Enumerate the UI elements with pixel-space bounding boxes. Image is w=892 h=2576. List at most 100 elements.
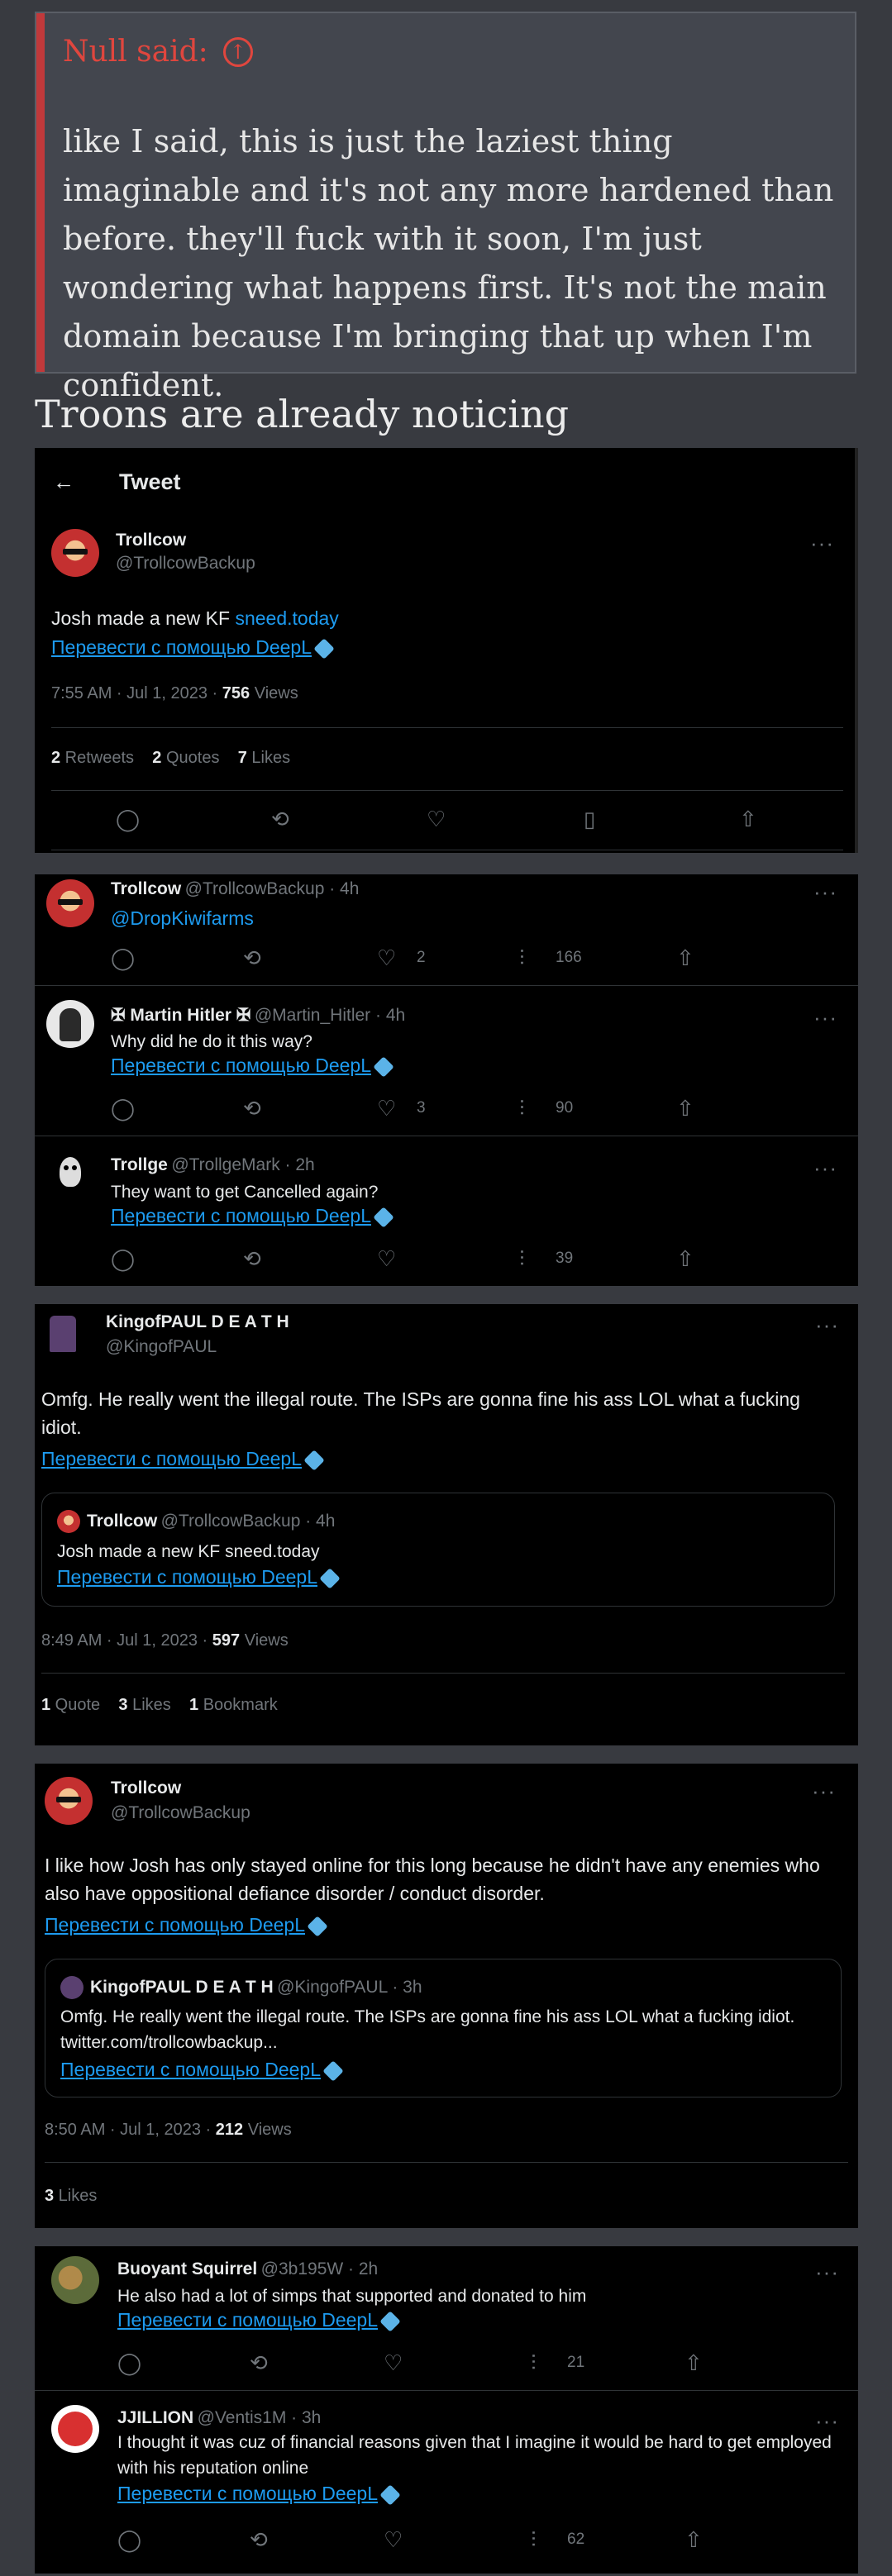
translate-link[interactable]: Перевести с помощью DeepL [117, 2306, 401, 2334]
translate-label[interactable]: Перевести с помощью DeepL [60, 2059, 321, 2080]
translate-link[interactable]: Перевести с помощью DeepL [60, 2055, 344, 2083]
more-icon[interactable]: ··· [813, 879, 837, 905]
translate-label[interactable]: Перевести с помощью DeepL [45, 1914, 305, 1936]
likes-count[interactable]: 3 [118, 1696, 127, 1714]
reply-icon[interactable]: ◯ [116, 808, 140, 830]
retweets-count[interactable]: 2 [51, 749, 60, 767]
more-icon[interactable]: ··· [813, 1005, 837, 1031]
views-icon[interactable]: ⫶ [531, 2352, 537, 2374]
retweet-icon[interactable]: ⟲ [271, 808, 289, 830]
author-name[interactable]: KingofPAUL D E A T H [106, 1312, 289, 1332]
mention-link[interactable]: @DropKiwifarms [111, 907, 254, 929]
author-name[interactable]: Trollcow [111, 1778, 181, 1798]
retweet-icon[interactable]: ⟲ [243, 1098, 261, 1119]
bookmark-icon[interactable]: ▯ [584, 808, 595, 830]
quoted-tweet[interactable]: KingofPAUL D E A T H @KingofPAUL · 3h Om… [45, 1959, 842, 2097]
bookmark-count[interactable]: 1 [189, 1696, 198, 1714]
author-name[interactable]: ✠ Martin Hitler ✠ [111, 1006, 250, 1025]
avatar[interactable] [45, 1777, 93, 1825]
likes-count[interactable]: 3 [45, 2187, 54, 2205]
like-icon[interactable]: ♡ [427, 808, 446, 830]
likes-count[interactable]: 7 [238, 749, 247, 767]
more-icon[interactable]: ··· [813, 1155, 837, 1181]
reply-icon[interactable]: ◯ [117, 2352, 141, 2374]
like-icon[interactable]: ♡ [384, 2352, 403, 2374]
avatar[interactable] [46, 1000, 94, 1048]
author-name[interactable]: Buoyant Squirrel [117, 2259, 257, 2278]
author-handle[interactable]: @Ventis1M · 3h [198, 2408, 322, 2427]
translate-label[interactable]: Перевести с помощью DeepL [111, 1055, 371, 1076]
avatar[interactable] [46, 879, 94, 927]
more-icon[interactable]: ··· [812, 1778, 836, 1804]
author-name[interactable]: JJILLION [117, 2408, 193, 2427]
retweet-icon[interactable]: ⟲ [243, 1248, 261, 1269]
retweet-icon[interactable]: ⟲ [250, 2529, 268, 2550]
views-icon[interactable]: ⫶ [519, 947, 525, 969]
translate-link[interactable]: Перевести с помощью DeepL [117, 2479, 401, 2507]
quoted-tweet[interactable]: Trollcow @TrollcowBackup · 4h Josh made … [41, 1493, 835, 1607]
retweets-label[interactable]: Retweets [60, 749, 134, 767]
translate-label[interactable]: Перевести с помощью DeepL [57, 1566, 317, 1588]
share-icon[interactable]: ⇧ [685, 2529, 703, 2550]
avatar[interactable] [46, 1150, 94, 1198]
likes-label[interactable]: Likes [54, 2187, 98, 2205]
translate-link[interactable]: Перевести с помощью DeepL [51, 633, 335, 661]
author-name[interactable]: Trollge [111, 1155, 168, 1174]
quotes-label[interactable]: Quotes [161, 749, 220, 767]
author-handle[interactable]: @Martin_Hitler · 4h [255, 1006, 405, 1025]
tweet-link[interactable]: sneed.today [235, 607, 338, 629]
translate-link[interactable]: Перевести с помощью DeepL [45, 1911, 328, 1939]
avatar[interactable] [41, 1311, 84, 1359]
share-icon[interactable]: ⇧ [739, 808, 757, 830]
back-arrow-icon[interactable]: ← [53, 471, 74, 493]
share-icon[interactable]: ⇧ [685, 2352, 703, 2374]
avatar[interactable] [51, 529, 99, 577]
translate-label[interactable]: Перевести с помощью DeepL [41, 1448, 302, 1469]
quotes-count[interactable]: 2 [152, 749, 161, 767]
author-name[interactable]: Trollcow [111, 879, 181, 898]
reply-icon[interactable]: ◯ [111, 1098, 135, 1119]
views-icon[interactable]: ⫶ [519, 1098, 525, 1119]
translate-label[interactable]: Перевести с помощью DeepL [117, 2309, 378, 2331]
quote-count[interactable]: 1 [41, 1696, 50, 1714]
quote-label[interactable]: Quote [50, 1696, 101, 1714]
reply-icon[interactable]: ◯ [111, 1248, 135, 1269]
likes-label[interactable]: Likes [128, 1696, 171, 1714]
retweet-icon[interactable]: ⟲ [250, 2352, 268, 2374]
translate-label[interactable]: Перевести с помощью DeepL [117, 2483, 378, 2504]
reply-icon[interactable]: ◯ [111, 947, 135, 969]
translate-link[interactable]: Перевести с помощью DeepL [111, 1202, 394, 1230]
reply-icon[interactable]: ◯ [117, 2529, 141, 2550]
translate-label[interactable]: Перевести с помощью DeepL [51, 636, 312, 658]
author-name[interactable]: Trollcow [116, 531, 186, 550]
avatar[interactable] [51, 2405, 99, 2453]
more-icon[interactable]: ··· [810, 531, 834, 556]
translate-link[interactable]: Перевести с помощью DeepL [41, 1445, 325, 1473]
arrow-up-icon[interactable]: ↑ [222, 36, 253, 67]
share-icon[interactable]: ⇧ [676, 947, 694, 969]
author-handle[interactable]: @TrollcowBackup [111, 1803, 250, 1823]
quote-header[interactable]: Null said: ↑ [63, 35, 253, 69]
views-icon[interactable]: ⫶ [519, 1248, 525, 1269]
more-icon[interactable]: ··· [815, 1312, 839, 1338]
author-handle[interactable]: @TrollgeMark · 2h [171, 1155, 314, 1174]
author-handle[interactable]: @TrollcowBackup · 4h [185, 879, 360, 898]
author-handle[interactable]: @TrollcowBackup [116, 554, 255, 574]
bookmark-label[interactable]: Bookmark [198, 1696, 278, 1714]
retweet-icon[interactable]: ⟲ [243, 947, 261, 969]
like-icon[interactable]: ♡ [384, 2529, 403, 2550]
views-icon[interactable]: ⫶ [531, 2529, 537, 2550]
translate-link[interactable]: Перевести с помощью DeepL [57, 1563, 341, 1591]
share-icon[interactable]: ⇧ [676, 1098, 694, 1119]
quote-author[interactable]: Null said: [63, 35, 208, 69]
author-handle[interactable]: @3b195W · 2h [261, 2259, 379, 2278]
share-icon[interactable]: ⇧ [676, 1248, 694, 1269]
like-icon[interactable]: ♡ [377, 1098, 396, 1119]
more-icon[interactable]: ··· [815, 2259, 839, 2285]
like-icon[interactable]: ♡ [377, 1248, 396, 1269]
translate-label[interactable]: Перевести с помощью DeepL [111, 1205, 371, 1226]
likes-label[interactable]: Likes [247, 749, 290, 767]
like-icon[interactable]: ♡ [377, 947, 396, 969]
author-handle[interactable]: @KingofPAUL [106, 1337, 217, 1357]
avatar[interactable] [51, 2256, 99, 2304]
